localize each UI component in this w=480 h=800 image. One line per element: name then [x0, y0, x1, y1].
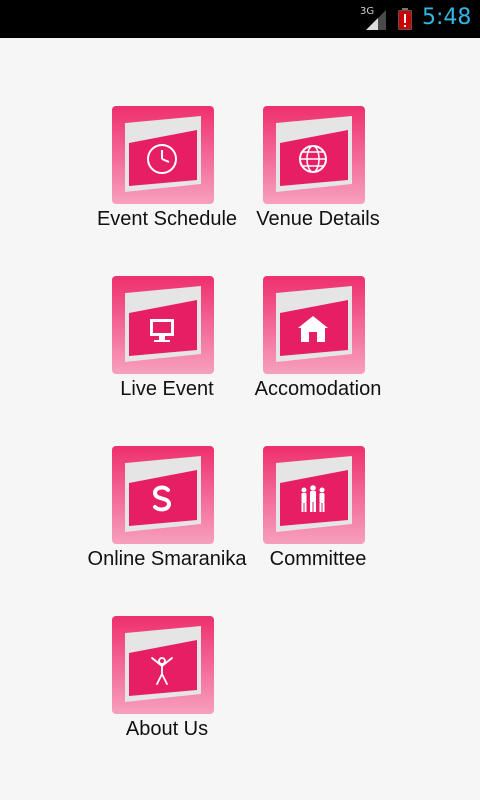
menu-item-label: Committee — [269, 548, 367, 570]
menu-item-label: Venue Details — [256, 208, 380, 230]
house-icon — [263, 276, 365, 374]
monitor-icon — [112, 276, 214, 374]
status-bar: 3G 5:48 — [0, 0, 480, 38]
clock-icon — [112, 106, 214, 204]
signal-icon — [366, 10, 386, 30]
menu-item-about-us[interactable]: About Us — [82, 616, 252, 756]
menu-item-committee[interactable]: Committee — [233, 446, 403, 586]
s-letter-icon — [112, 446, 214, 544]
menu-item-label: Accomodation — [254, 378, 382, 400]
menu-item-venue-details[interactable]: Venue Details — [233, 106, 403, 246]
globe-icon — [263, 106, 365, 204]
status-clock: 5:48 — [422, 5, 472, 30]
person-icon — [112, 616, 214, 714]
menu-item-label: About Us — [125, 718, 209, 740]
battery-icon — [398, 8, 412, 30]
people-icon — [263, 446, 365, 544]
menu-item-accomodation[interactable]: Accomodation — [233, 276, 403, 416]
